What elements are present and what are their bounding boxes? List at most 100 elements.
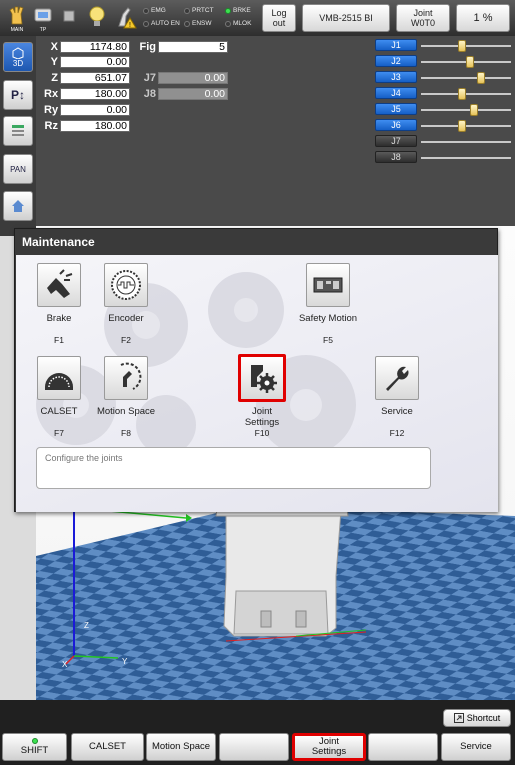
- coord-x-row: X 1174.80: [44, 40, 130, 53]
- motion-space-button[interactable]: [104, 356, 148, 400]
- wrench-icon: [386, 366, 409, 391]
- coord-rx-row: Rx 180.00: [44, 87, 130, 100]
- f-joint-settings-button[interactable]: Joint Settings: [292, 733, 366, 761]
- logout-button[interactable]: Log out: [262, 4, 296, 32]
- stop-icon[interactable]: [58, 4, 80, 32]
- mlok-status: MLOK: [225, 20, 251, 27]
- robot-model-button[interactable]: VMB-2515 BI: [302, 4, 390, 32]
- joint-settings-button[interactable]: [238, 354, 286, 402]
- safety-motion-button[interactable]: [306, 263, 350, 307]
- joint-button-j8[interactable]: J8: [375, 151, 417, 163]
- robot-model-label: VMB-2515 BI: [319, 13, 373, 23]
- coord-x-label: X: [50, 40, 58, 53]
- axis-z-label: Z: [84, 621, 89, 630]
- f-service-button[interactable]: Service: [441, 733, 511, 761]
- joint-track-j8: [421, 157, 511, 159]
- speed-label: 1 %: [473, 12, 493, 24]
- brake-button[interactable]: [37, 263, 81, 307]
- prtct-status: PRTCT: [184, 7, 214, 14]
- joint-row-j8: J8: [373, 151, 513, 164]
- j7-coord-row: J7 0.00: [136, 71, 228, 84]
- coord-ry-row: Ry 0.00: [44, 103, 130, 116]
- service-button[interactable]: [375, 356, 419, 400]
- home-view-button[interactable]: [3, 191, 33, 221]
- motion-space-label: Motion Space: [96, 406, 156, 417]
- joint-button-j6[interactable]: J6: [375, 119, 417, 131]
- axis-y-label: Y: [122, 657, 128, 666]
- f-empty-button-2[interactable]: [368, 733, 438, 761]
- logout-label-line2: out: [272, 18, 286, 28]
- joint-settings-label: Joint Settings: [217, 406, 307, 428]
- speed-button[interactable]: 1 %: [456, 4, 510, 32]
- j8-coord-value: 0.00: [158, 87, 228, 100]
- list-icon: [12, 125, 24, 136]
- joint-button-j2[interactable]: J2: [375, 55, 417, 67]
- joint-track-j2: [421, 56, 511, 68]
- joint-thumb-j2[interactable]: [466, 56, 474, 68]
- safety-motion-label: Safety Motion: [298, 313, 358, 324]
- home-icon: [12, 200, 24, 212]
- coord-ry-label: Ry: [44, 103, 59, 116]
- view-3d-button[interactable]: 3D: [3, 42, 33, 72]
- joint-button-j1[interactable]: J1: [375, 39, 417, 51]
- joint-thumb-j5[interactable]: [470, 104, 478, 116]
- prtct-indicator: [184, 7, 190, 14]
- coord-y-value: 0.00: [60, 55, 130, 68]
- joint-button-j4[interactable]: J4: [375, 87, 417, 99]
- encoder-button[interactable]: [104, 263, 148, 307]
- joint-thumb-j3[interactable]: [477, 72, 485, 84]
- mlok-label: MLOK: [233, 20, 252, 27]
- joint-mode-label-line2: W0T0: [410, 18, 435, 28]
- motion-space-key: F8: [121, 428, 131, 438]
- encoder-key: F2: [121, 335, 131, 345]
- safety-motion-key: F5: [323, 335, 333, 345]
- joint-button-j3[interactable]: J3: [375, 71, 417, 83]
- joint-button-j5[interactable]: J5: [375, 103, 417, 115]
- joint-row-j7: J7: [373, 135, 513, 148]
- list-view-button[interactable]: [3, 116, 33, 146]
- joint-settings-key: F10: [254, 428, 270, 438]
- main-icon[interactable]: MAIN: [6, 4, 28, 33]
- f-empty-button-1[interactable]: [219, 733, 289, 761]
- fig-label: Fig: [139, 40, 157, 53]
- joint-thumb-j6[interactable]: [458, 120, 466, 132]
- coord-y-label: Y: [50, 55, 58, 68]
- tp-icon[interactable]: TP: [32, 4, 54, 33]
- f-motion-space-label: Motion Space: [151, 741, 211, 752]
- prtct-label: PRTCT: [192, 7, 214, 14]
- emg-status: EMG: [143, 7, 166, 14]
- fig-row: Fig 5: [136, 40, 228, 53]
- dialog-title: Maintenance: [22, 235, 95, 249]
- coord-y-row: Y 0.00: [44, 55, 130, 68]
- joint-mode-button[interactable]: Joint W0T0: [396, 4, 450, 32]
- f-joint-settings-label-line2: Settings: [311, 746, 347, 757]
- j8-coord-label: J8: [143, 87, 156, 100]
- shortcut-button[interactable]: Shortcut: [443, 709, 511, 727]
- f-calset-button[interactable]: CALSET: [71, 733, 144, 761]
- auto-en-indicator: [143, 20, 149, 27]
- lightbulb-icon[interactable]: [86, 4, 108, 32]
- joint-thumb-j1[interactable]: [458, 40, 466, 52]
- cube-icon: [12, 46, 24, 59]
- encoder-icon: [111, 270, 141, 300]
- calset-button[interactable]: [37, 356, 81, 400]
- auto-en-status: AUTO EN: [143, 20, 180, 27]
- joint-track-j1: [421, 40, 511, 52]
- j8-coord-row: J8 0.00: [136, 87, 228, 100]
- joint-row-j6: J6: [373, 119, 513, 132]
- joint-button-j7[interactable]: J7: [375, 135, 417, 147]
- brke-indicator: [225, 7, 231, 14]
- joint-thumb-j4[interactable]: [458, 88, 466, 100]
- view-3d-label: 3D: [12, 58, 24, 68]
- brake-key: F1: [54, 335, 64, 345]
- f-motion-space-button[interactable]: Motion Space: [146, 733, 216, 761]
- joint-settings-label-line1: Joint: [251, 406, 273, 417]
- pan-button[interactable]: PAN: [3, 154, 33, 184]
- pointer-button[interactable]: P↕: [3, 80, 33, 110]
- shortcut-icon: [453, 713, 464, 723]
- robot-model: [215, 501, 349, 637]
- svg-text:!: !: [129, 22, 131, 29]
- shift-button[interactable]: SHIFT: [2, 733, 67, 761]
- robot-warning-icon[interactable]: !: [116, 4, 138, 32]
- coord-x-value: 1174.80: [60, 40, 130, 53]
